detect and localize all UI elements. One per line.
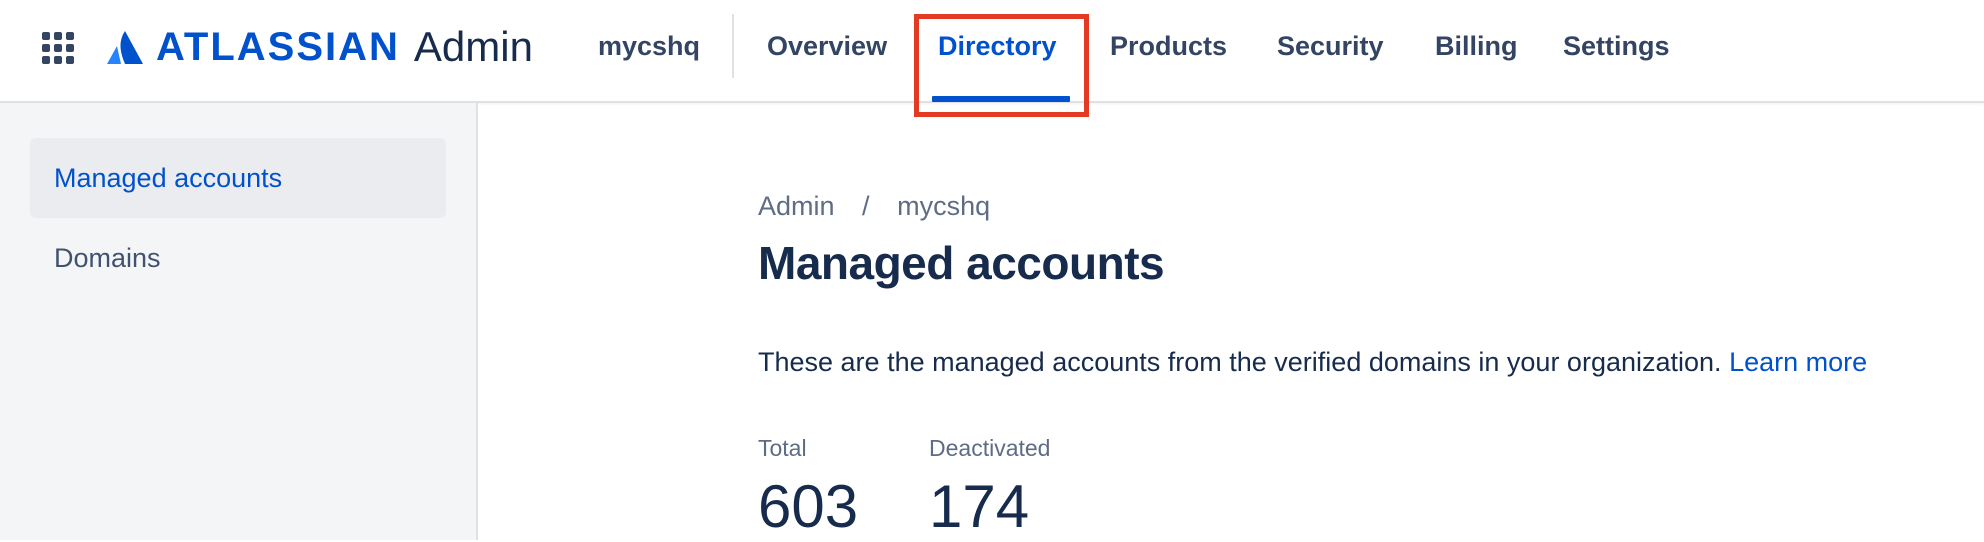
breadcrumb-admin[interactable]: Admin xyxy=(758,191,835,221)
tab-settings[interactable]: Settings xyxy=(1563,26,1670,66)
header-divider xyxy=(732,14,734,78)
sidebar: Managed accounts Domains xyxy=(0,103,478,540)
tab-overview[interactable]: Overview xyxy=(767,26,887,66)
tab-billing[interactable]: Billing xyxy=(1435,26,1518,66)
learn-more-link[interactable]: Learn more xyxy=(1729,347,1867,377)
tab-security[interactable]: Security xyxy=(1277,26,1384,66)
stat-deactivated-value: 174 xyxy=(929,473,1030,540)
sidebar-item-managed-accounts[interactable]: Managed accounts xyxy=(30,138,446,218)
tab-directory[interactable]: Directory xyxy=(938,26,1057,66)
breadcrumb-separator: / xyxy=(862,191,870,221)
product-name: Admin xyxy=(413,23,533,70)
stat-total: Total 603 xyxy=(758,430,858,542)
stat-deactivated: Deactivated 174 xyxy=(929,430,1050,542)
page-description: These are the managed accounts from the … xyxy=(758,344,1867,380)
breadcrumb-org[interactable]: mycshq xyxy=(897,191,990,221)
tab-products[interactable]: Products xyxy=(1110,26,1227,66)
org-switcher[interactable]: mycshq xyxy=(598,26,700,66)
stat-total-value: 603 xyxy=(758,473,859,540)
app-switcher-grid-icon[interactable] xyxy=(40,30,76,66)
breadcrumb: Admin / mycshq xyxy=(758,188,990,224)
page-title: Managed accounts xyxy=(758,237,1165,289)
description-text: These are the managed accounts from the … xyxy=(758,347,1722,377)
stat-total-label: Total xyxy=(758,435,807,461)
active-tab-indicator xyxy=(932,96,1070,102)
logo-wordmark: ATLASSIAN xyxy=(156,25,400,69)
atlassian-logo-icon xyxy=(107,31,143,64)
top-header: ATLASSIAN Admin mycshq Overview Director… xyxy=(0,0,1984,103)
sidebar-item-domains[interactable]: Domains xyxy=(30,218,446,298)
stat-deactivated-label: Deactivated xyxy=(929,435,1051,461)
atlassian-admin-logo[interactable]: ATLASSIAN Admin xyxy=(106,24,533,70)
